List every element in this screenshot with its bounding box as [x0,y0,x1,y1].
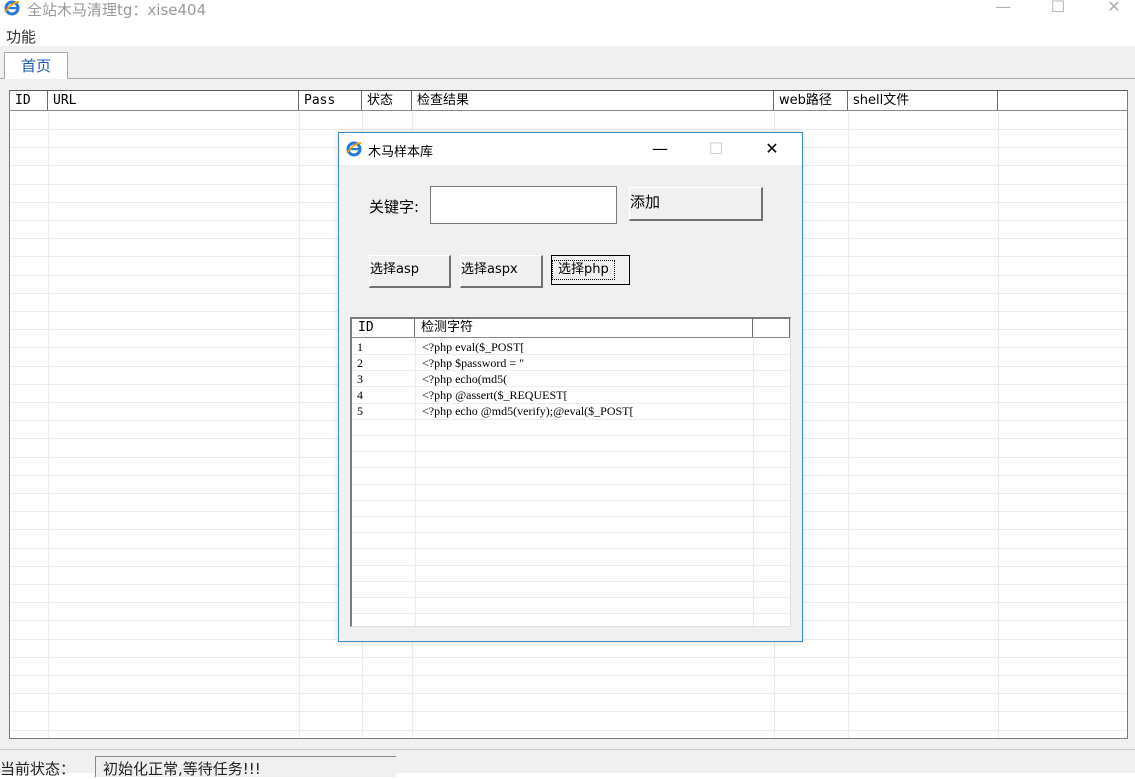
grid-line [299,111,300,738]
menu-item-function[interactable]: 功能 [6,26,36,47]
grid-line [10,711,1127,712]
grid-line [10,693,1127,694]
sample-library-dialog: 木马样本库 — ☐ ✕ 关键字: 添加 选择asp 选择aspx 选择php I… [338,132,803,642]
tab-home-label: 首页 [21,57,52,75]
grid-line [10,129,1127,130]
list-item[interactable]: 3 <?php echo(md5( [352,371,790,387]
ie-logo-icon [4,0,20,16]
dialog-title: 木马样本库 [368,145,434,160]
grid-line [48,111,49,738]
signature-rows: 1 <?php eval($_POST[2 <?php $password = " 3… [352,319,790,626]
list-item[interactable]: 4 <?php @assert($_REQUEST[ [352,387,790,403]
dialog-close-button[interactable]: ✕ [752,137,792,161]
list-item[interactable]: 1 <?php eval($_POST[ [352,339,790,355]
keyword-label: 关键字: [369,198,420,216]
row-id: 4 [357,388,363,402]
select-asp-button[interactable]: 选择asp [369,255,451,288]
add-button[interactable]: 添加 [629,187,763,221]
close-button[interactable]: ✕ [1099,0,1129,18]
minimize-button[interactable]: — [988,0,1018,18]
grid-line [848,111,849,738]
select-aspx-button[interactable]: 选择aspx [460,255,543,288]
ie-logo-icon [346,141,362,157]
list-item[interactable]: 5 <?php echo @md5(verify);@eval($_POST[ [352,403,790,419]
keyword-input[interactable] [430,186,617,224]
signature-list[interactable]: ID 检测字符 1 <?php eval($_POST[2 <?php $passw… [350,317,791,627]
row-id: 5 [357,404,363,418]
grid-line [998,111,999,738]
menu-bar [0,24,1135,46]
row-pattern: <?php eval($_POST[ [422,340,525,354]
status-label: 当前状态： [0,760,76,778]
grid-line [10,657,1127,658]
grid-line [10,730,1127,731]
status-value: 初始化正常,等待任务!!! [103,760,261,778]
maximize-button[interactable]: ☐ [1043,0,1073,18]
row-id: 3 [357,372,363,386]
select-php-label: 选择php [552,260,615,280]
dialog-maximize-button[interactable]: ☐ [696,137,736,161]
list-item[interactable]: 2 <?php $password = " [352,355,790,371]
window-title: 全站木马清理tg：xise404 [27,1,207,19]
row-pattern: <?php $password = " [422,356,525,370]
grid-line [10,675,1127,676]
row-pattern: <?php @assert($_REQUEST[ [422,388,568,402]
tab-strip [0,46,1135,79]
row-pattern: <?php echo(md5( [422,372,508,386]
select-php-button[interactable]: 选择php [551,255,630,285]
row-pattern: <?php echo @md5(verify);@eval($_POST[ [422,404,634,418]
dialog-minimize-button[interactable]: — [640,137,680,161]
row-id: 1 [357,340,363,354]
row-id: 2 [357,356,363,370]
